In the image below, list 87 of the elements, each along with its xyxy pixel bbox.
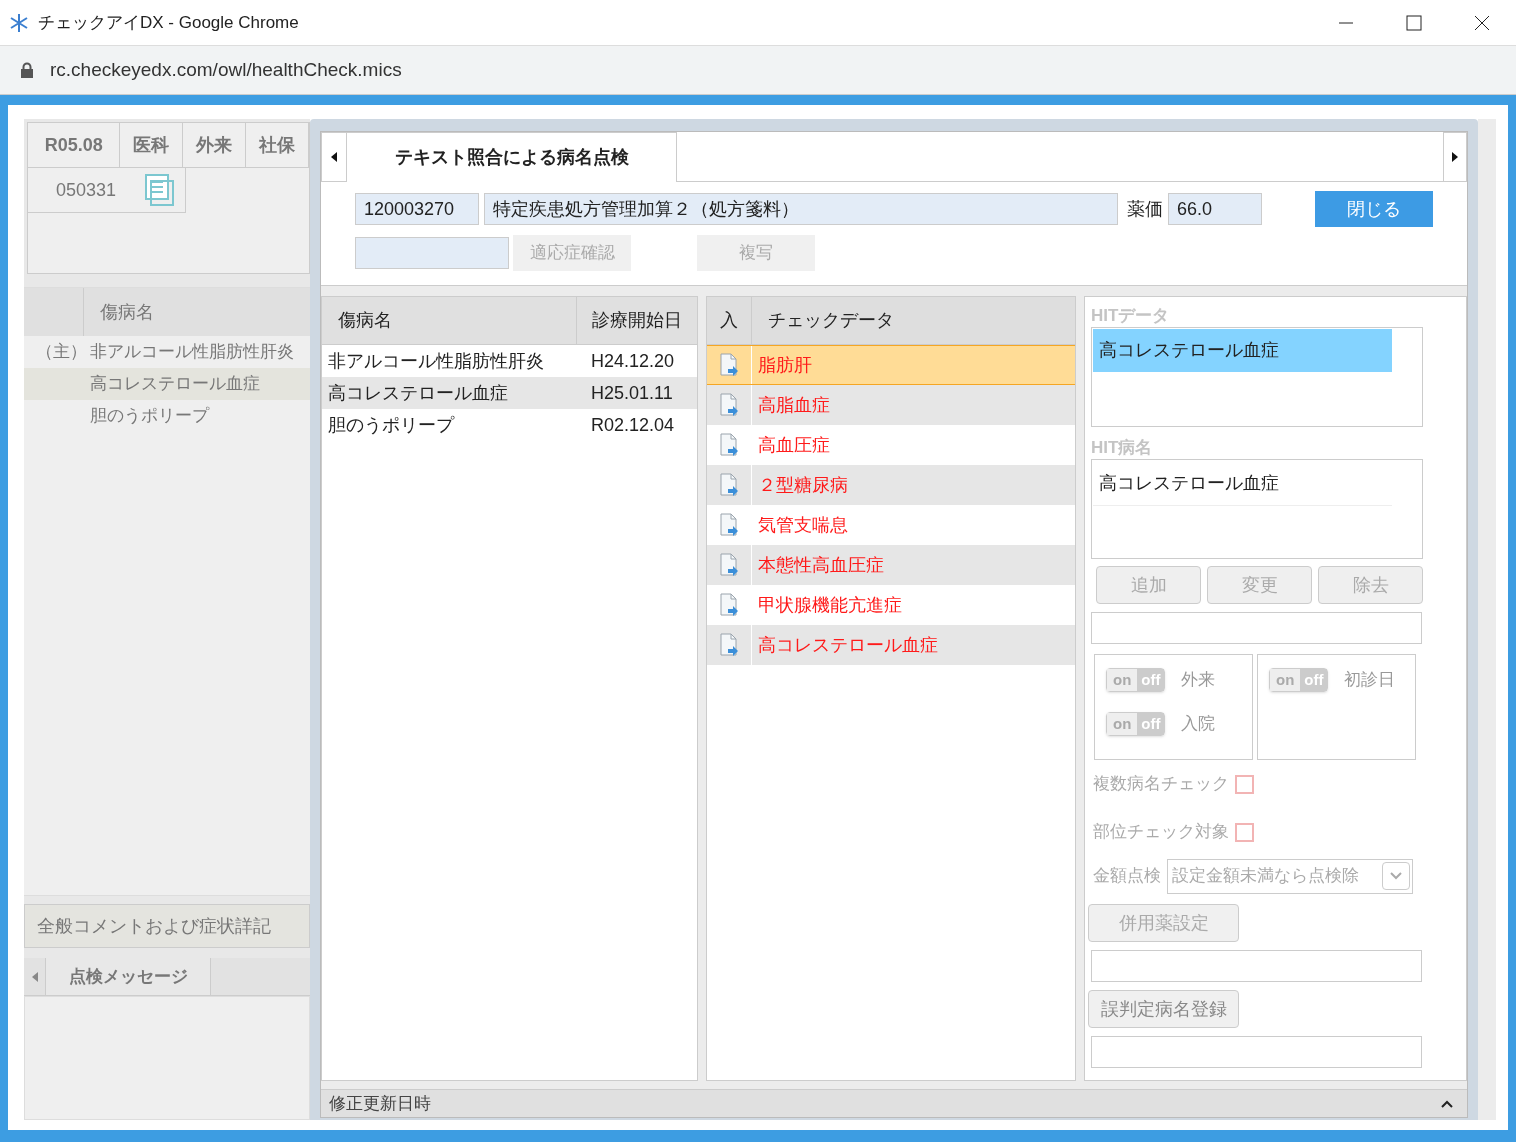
checkbox[interactable] [1235, 822, 1254, 842]
check-data-name: 高脂血症 [757, 393, 830, 417]
action-button[interactable]: 追加 [1096, 566, 1201, 604]
main-mark: （主） [36, 342, 87, 362]
text-field[interactable] [1091, 1036, 1422, 1068]
table-cell-text: 非アルコール性脂肪性肝炎 [327, 349, 545, 373]
check-row[interactable]: ２型糖尿病 [707, 465, 1075, 505]
disease-row[interactable]: 胆のうポリープ [24, 400, 310, 432]
header-cell: 外来 [183, 123, 247, 167]
copy-button[interactable]: 複写 [697, 235, 815, 271]
right-caret-icon[interactable] [1452, 152, 1458, 162]
check-data-name: 本態性高血圧症 [757, 553, 884, 577]
lock-icon [20, 62, 34, 78]
header-cell: 医科 [120, 123, 184, 167]
table-cell-text: R02.12.04 [590, 413, 676, 437]
check-data-name: 甲状腺機能亢進症 [757, 593, 902, 617]
column-header: チェックデータ [767, 309, 895, 332]
document-arrow-icon [718, 473, 740, 497]
text-field[interactable] [1091, 950, 1422, 982]
document-arrow-icon [718, 633, 740, 657]
check-row[interactable]: 高コレステロール血症 [707, 625, 1075, 665]
checkbox[interactable] [1235, 774, 1254, 794]
concomitant-drug-button[interactable]: 併用薬設定 [1088, 904, 1239, 942]
disease-row[interactable]: （主） 非アルコール性脂肪性肝炎 [24, 336, 310, 368]
document-arrow-icon [718, 553, 740, 577]
close-dialog-button[interactable]: 閉じる [1315, 191, 1433, 227]
section-label: HIT病名 [1091, 437, 1154, 459]
disease-row[interactable]: 高コレステロール血症 [24, 368, 310, 400]
document-arrow-icon [718, 393, 740, 417]
table-cell-text: H25.01.11 [590, 381, 674, 405]
column-header: 傷病名 [99, 300, 154, 324]
comment-bar[interactable]: 全般コメントおよび症状詳記 [24, 904, 310, 948]
misjudged-disease-button[interactable]: 誤判定病名登録 [1088, 990, 1239, 1028]
action-button[interactable]: 変更 [1207, 566, 1312, 604]
list-item[interactable]: 高コレステロール血症 [1093, 461, 1392, 506]
document-arrow-icon [718, 513, 740, 537]
maximize-icon[interactable] [1406, 14, 1422, 31]
close-icon[interactable] [1474, 14, 1490, 31]
table-cell-text: 胆のうポリープ [327, 413, 456, 437]
left-caret-icon[interactable] [331, 152, 337, 162]
item-name-field[interactable]: 特定疾患処方管理加算２（処方箋料） [484, 193, 1118, 225]
section-label: HITデータ [1091, 305, 1171, 327]
checkbox-label: 部位チェック対象 [1093, 821, 1229, 844]
check-row[interactable]: 本態性高血圧症 [707, 545, 1075, 585]
column-header: 入 [707, 297, 752, 344]
check-data-name: 脂肪肝 [757, 353, 812, 377]
column-header: 診療開始日 [591, 309, 683, 332]
list-item[interactable]: 高コレステロール血症 [1093, 329, 1392, 372]
snowflake-icon [8, 11, 30, 34]
table-cell-text: H24.12.20 [590, 349, 676, 373]
check-data-name: ２型糖尿病 [757, 473, 848, 497]
footer-label: 修正更新日時 [329, 1092, 432, 1115]
disease-name: 非アルコール性脂肪性肝炎 [90, 341, 294, 364]
check-row[interactable]: 高脂血症 [707, 385, 1075, 425]
check-data-name: 高コレステロール血症 [757, 633, 938, 657]
price-label: 薬価 [1127, 197, 1163, 221]
chevron-up-icon[interactable] [1441, 1099, 1453, 1108]
document-arrow-icon [718, 593, 740, 617]
document-arrow-icon [718, 433, 740, 457]
indication-button[interactable]: 適応症確認 [513, 235, 631, 271]
toggle-label: 初診日 [1344, 669, 1396, 692]
text-field[interactable] [355, 237, 509, 269]
check-data-name: 高血圧症 [757, 433, 830, 457]
code-field[interactable]: 120003270 [355, 193, 479, 225]
column-header: 傷病名 [322, 297, 577, 344]
check-row[interactable]: 脂肪肝 [707, 345, 1075, 385]
chevron-down-icon [1390, 872, 1402, 880]
table-cell-text: 高コレステロール血症 [327, 381, 509, 405]
amount-check-select[interactable]: 設定金額未満なら点検除 [1167, 858, 1413, 894]
document-arrow-icon [718, 353, 740, 377]
amount-check-label: 金額点検 [1093, 865, 1161, 888]
code-text: 050331 [56, 178, 117, 202]
url-text[interactable]: rc.checkeyedx.com/owl/healthCheck.mics [50, 55, 402, 85]
disease-name: 高コレステロール血症 [90, 373, 260, 396]
action-button[interactable]: 除去 [1318, 566, 1423, 604]
header-cell: 社保 [246, 123, 309, 167]
window-title: チェックアイDX - Google Chrome [38, 11, 299, 34]
document-icon[interactable] [144, 173, 177, 207]
checkbox-label: 複数病名チェック [1093, 773, 1229, 796]
message-tab[interactable]: 点検メッセージ [46, 958, 211, 995]
check-data-name: 気管支喘息 [757, 513, 848, 537]
disease-name: 胆のうポリープ [90, 405, 209, 428]
toggle-label: 入院 [1181, 713, 1216, 736]
toggle-label: 外来 [1181, 669, 1216, 692]
price-field[interactable]: 66.0 [1168, 193, 1262, 225]
header-cell: R05.08 [28, 123, 121, 167]
text-field[interactable] [1091, 612, 1422, 644]
